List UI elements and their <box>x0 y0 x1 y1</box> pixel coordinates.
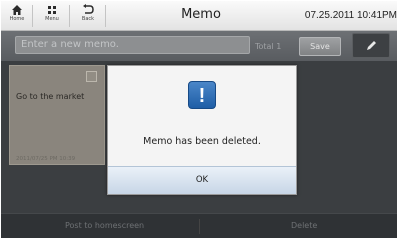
ok-button[interactable]: OK <box>108 166 296 194</box>
divider <box>105 5 106 27</box>
top-bar: Home Menu Back Memo 07.25.2011 10:41PM <box>1 1 397 31</box>
new-memo-input[interactable]: Enter a new memo. <box>15 36 250 54</box>
memo-date: 2011/07/25 PM 10:39 <box>16 156 76 162</box>
handwriting-button[interactable] <box>352 33 390 58</box>
exclamation-icon: ! <box>188 81 216 109</box>
memo-text: Go to the market <box>16 92 85 101</box>
divider <box>199 219 200 234</box>
bottom-action-bar: Post to homescreen Delete <box>1 213 397 238</box>
divider <box>69 5 70 27</box>
total-count: Total 1 <box>255 42 282 51</box>
menu-label: Menu <box>45 16 59 22</box>
memo-input-row: Enter a new memo. Total 1 Save <box>1 31 397 61</box>
menu-button[interactable]: Menu <box>40 4 64 28</box>
dialog-message: Memo has been deleted. <box>143 136 261 147</box>
pen-icon <box>367 41 376 50</box>
deleted-dialog: ! Memo has been deleted. OK <box>107 65 297 195</box>
back-button[interactable]: Back <box>76 4 100 28</box>
back-label: Back <box>81 16 95 22</box>
back-icon <box>83 4 94 14</box>
memo-card[interactable]: Go to the market 2011/07/25 PM 10:39 <box>9 65 105 165</box>
home-label: Home <box>9 16 25 22</box>
home-button[interactable]: Home <box>5 4 29 28</box>
status-datetime: 07.25.2011 10:41PM <box>304 10 397 21</box>
memo-checkbox[interactable] <box>86 71 97 82</box>
home-icon <box>12 5 22 15</box>
post-to-homescreen-button[interactable]: Post to homescreen <box>65 221 144 230</box>
menu-icon <box>48 6 56 14</box>
divider <box>32 5 33 27</box>
screen: Home Menu Back Memo 07.25.2011 10:41PM E… <box>0 0 398 240</box>
save-button[interactable]: Save <box>299 37 341 56</box>
delete-button[interactable]: Delete <box>291 221 317 230</box>
app-title: Memo <box>181 7 221 22</box>
